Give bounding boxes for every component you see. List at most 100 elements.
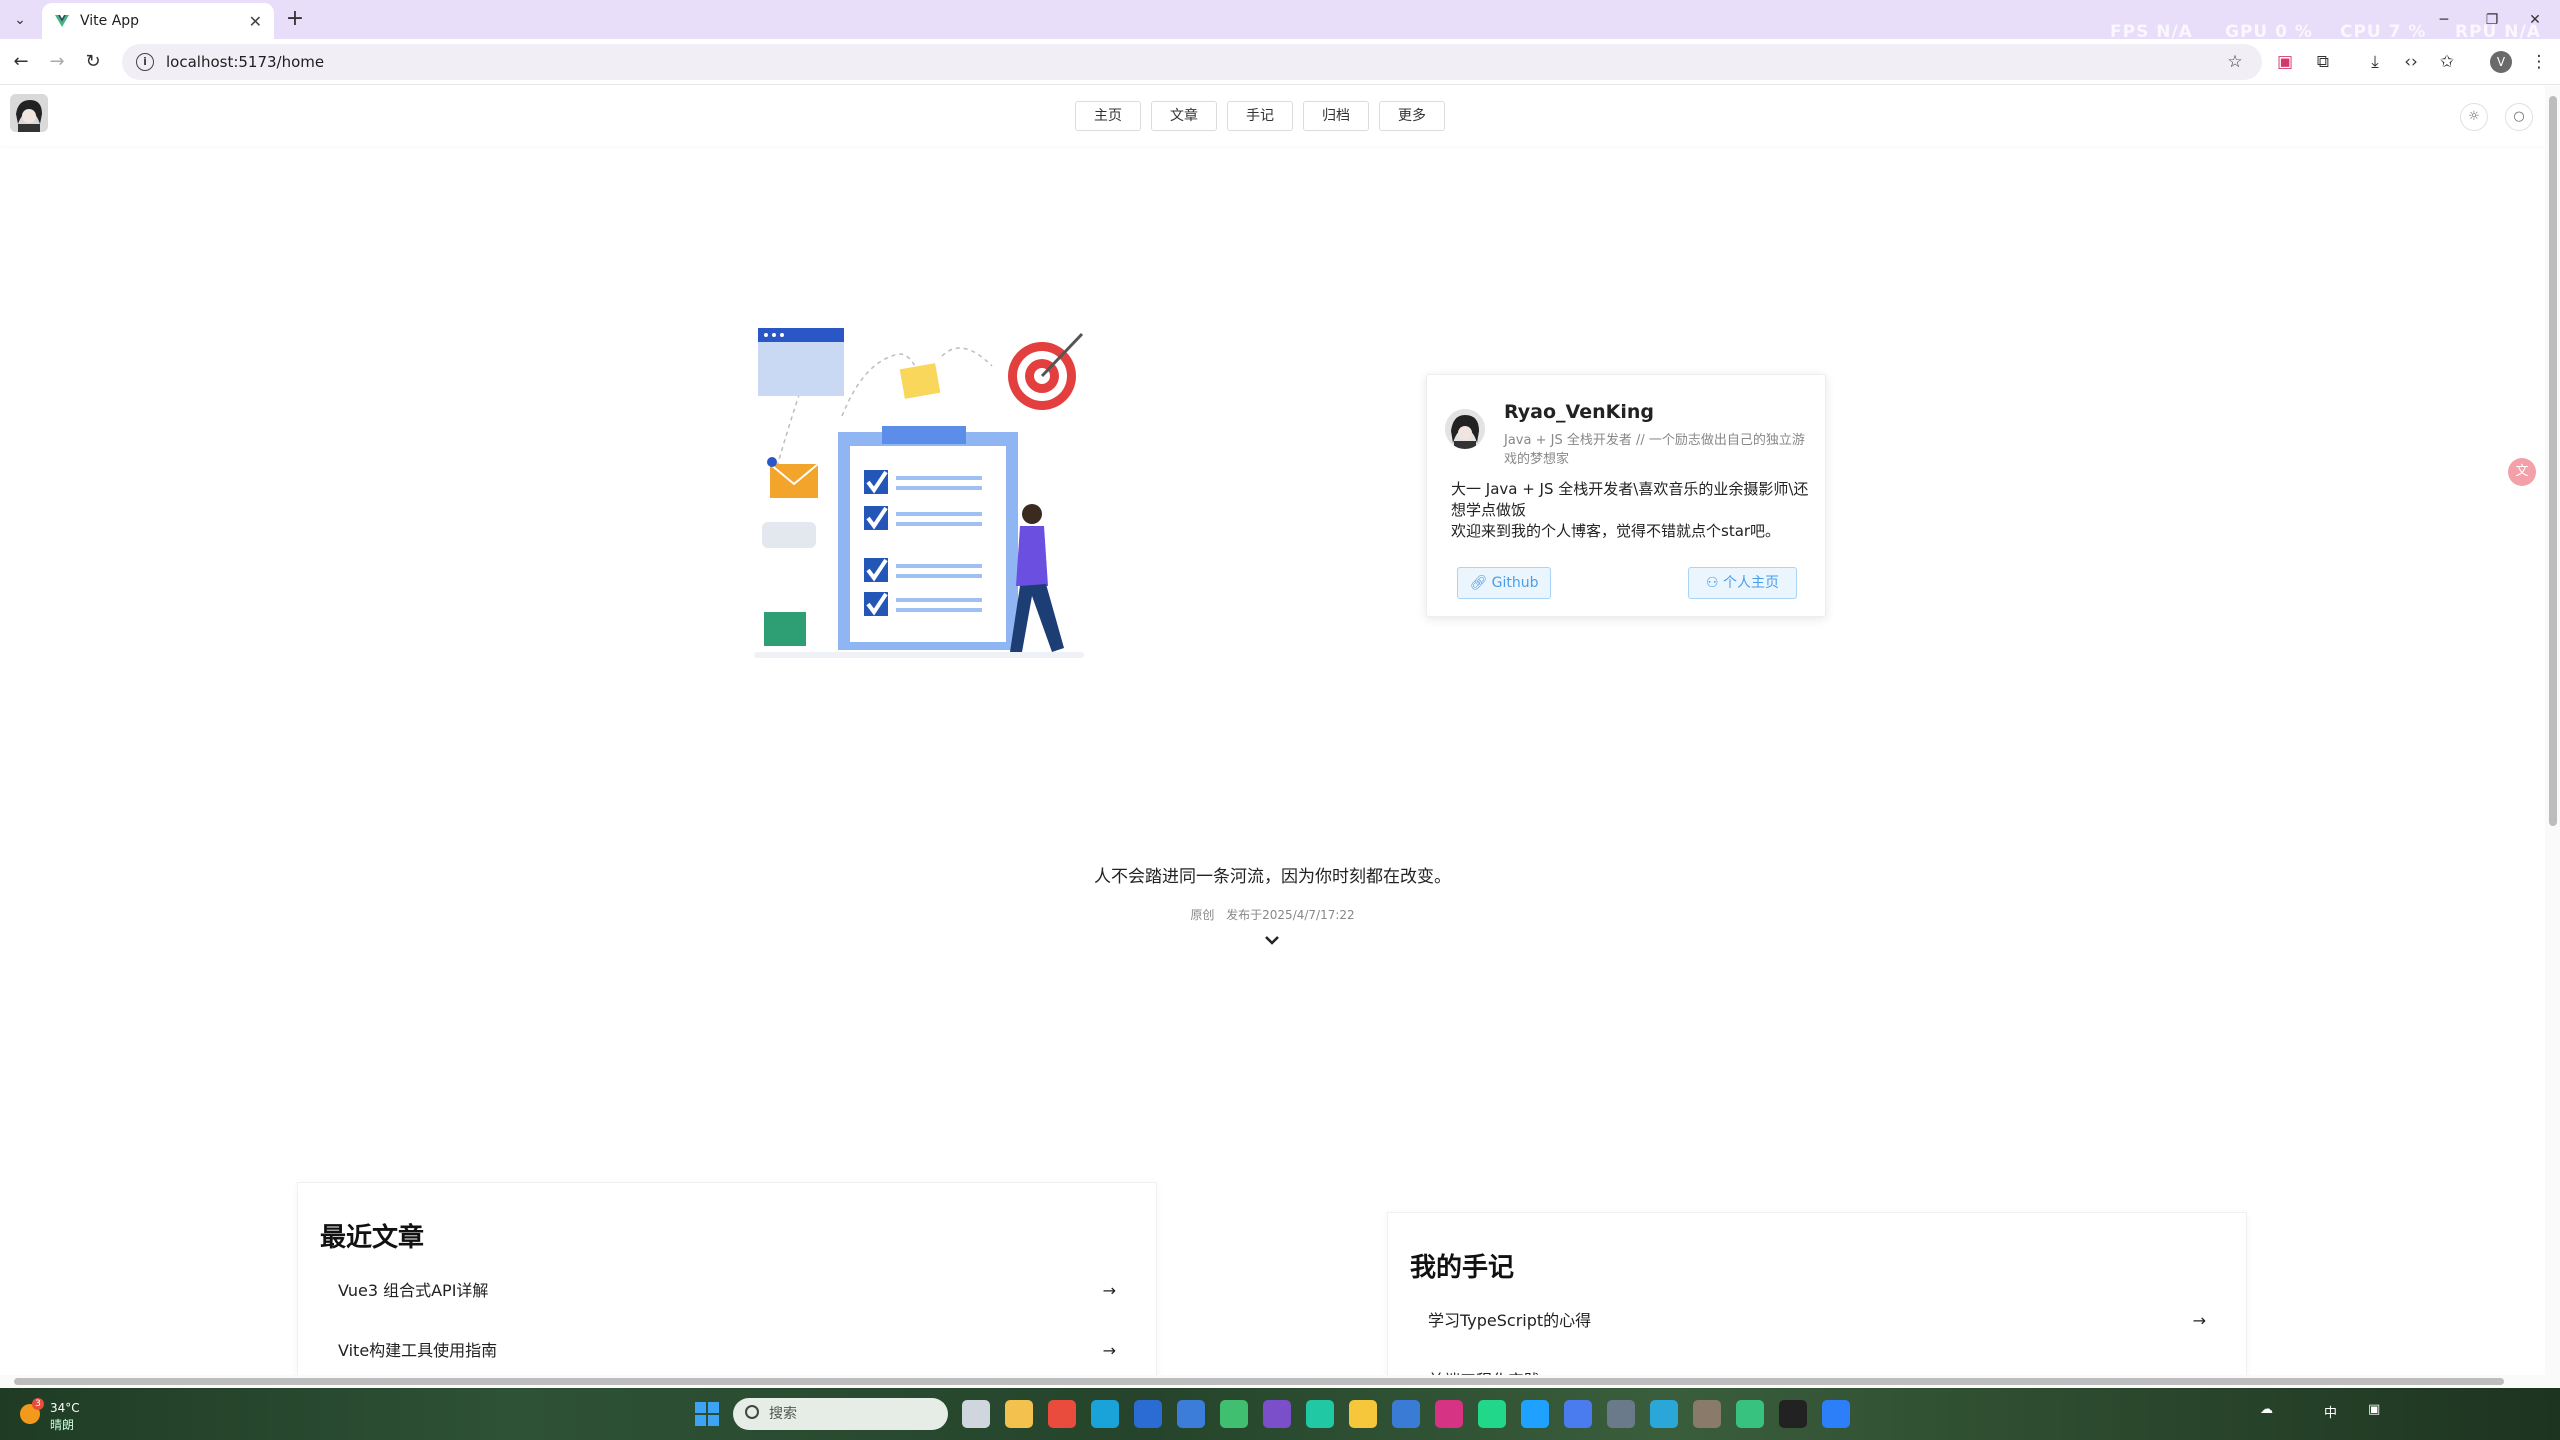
reload-icon[interactable]: ↻ xyxy=(80,49,106,75)
app-triangle-icon[interactable] xyxy=(1736,1400,1764,1428)
tab-close-icon[interactable]: ✕ xyxy=(249,12,262,31)
menu-kebab-icon[interactable]: ⋮ xyxy=(2526,49,2552,75)
store-icon[interactable] xyxy=(1134,1400,1162,1428)
file-explorer-icon[interactable] xyxy=(1005,1400,1033,1428)
weather-widget[interactable]: 3 34°C 晴朗 xyxy=(20,1398,90,1432)
horizontal-scroll-thumb[interactable] xyxy=(14,1378,2504,1385)
my-notes-panel: 我的手记 学习TypeScript的心得 → 前端工程化实践 → xyxy=(1387,1212,2247,1388)
nav-home[interactable]: 主页 xyxy=(1075,101,1141,131)
recent-articles-title: 最近文章 xyxy=(320,1223,425,1253)
homepage-button-label: 个人主页 xyxy=(1723,575,1779,591)
nav-archive[interactable]: 归档 xyxy=(1303,101,1369,131)
profile-tagline: Java + JS 全栈开发者 // 一个励志做出自己的独立游戏的梦想家 xyxy=(1504,433,1805,467)
tab-title: Vite App xyxy=(80,13,140,29)
note-title: 学习TypeScript的心得 xyxy=(1428,1311,1592,1330)
scroll-down-chevron-icon[interactable] xyxy=(1262,930,1282,950)
site-search-icon[interactable]: ○ xyxy=(2505,103,2533,131)
nav-articles[interactable]: 文章 xyxy=(1151,101,1217,131)
browser-tab[interactable]: Vite App ✕ xyxy=(42,3,274,39)
github-button-label: Github xyxy=(1491,575,1539,591)
publish-date: 发布于2025/4/7/17:22 xyxy=(1226,908,1355,922)
app-game-icon[interactable] xyxy=(1693,1400,1721,1428)
page-viewport: 主页 文章 手记 归档 更多 ☼ ○ Ryao_VenKing Java + J… xyxy=(0,86,2545,1388)
extension-translate-icon[interactable]: ▣ xyxy=(2272,49,2298,75)
tray-cloud-icon[interactable]: ☁ xyxy=(2260,1402,2273,1417)
vertical-scroll-thumb[interactable] xyxy=(2549,96,2557,826)
article-item[interactable]: Vite构建工具使用指南 → xyxy=(338,1331,1116,1371)
horizontal-scrollbar[interactable] xyxy=(0,1375,2545,1388)
nav-more[interactable]: 更多 xyxy=(1379,101,1445,131)
site-logo-avatar[interactable] xyxy=(10,94,48,132)
profile-avatar-image xyxy=(1445,409,1485,449)
browser-toolbar: ← → ↻ i localhost:5173/home ☆ ▣ ⧉ ⤓ ‹› ✩… xyxy=(0,39,2560,85)
window-close-icon[interactable]: ✕ xyxy=(2523,8,2547,32)
site-navbar: 主页 文章 手记 归档 更多 ☼ ○ xyxy=(0,86,2545,146)
notification-badge: 3 xyxy=(32,1398,44,1410)
app-blue-icon[interactable] xyxy=(1822,1400,1850,1428)
pycharm-icon[interactable] xyxy=(1478,1400,1506,1428)
article-item[interactable]: Vue3 组合式API详解 → xyxy=(338,1271,1116,1311)
app-yellow-icon[interactable] xyxy=(1349,1400,1377,1428)
visual-studio-icon[interactable] xyxy=(1263,1400,1291,1428)
new-tab-button[interactable]: + xyxy=(283,8,307,32)
article-title: Vite构建工具使用指南 xyxy=(338,1341,498,1360)
app-circle-icon[interactable] xyxy=(1392,1400,1420,1428)
arrow-right-icon: → xyxy=(2192,1311,2206,1330)
taskbar-search[interactable]: 搜索 xyxy=(733,1398,948,1430)
clion-icon[interactable] xyxy=(1306,1400,1334,1428)
qq-icon[interactable] xyxy=(1779,1400,1807,1428)
my-notes-title: 我的手记 xyxy=(1410,1253,1515,1283)
forward-icon[interactable]: → xyxy=(44,49,70,75)
tray-app-icon[interactable]: ▣ xyxy=(2368,1402,2380,1417)
restore-icon[interactable]: ❐ xyxy=(2480,8,2504,32)
recent-articles-panel: 最近文章 Vue3 组合式API详解 → Vite构建工具使用指南 → xyxy=(297,1182,1157,1388)
download-icon[interactable]: ⤓ xyxy=(2362,49,2388,75)
chrome-icon[interactable] xyxy=(1048,1400,1076,1428)
hero-meta: 原创 发布于2025/4/7/17:22 xyxy=(0,906,2545,923)
article-title: Vue3 组合式API详解 xyxy=(338,1281,489,1300)
nav-notes[interactable]: 手记 xyxy=(1227,101,1293,131)
translate-float-icon[interactable]: 文 xyxy=(2508,458,2536,486)
homepage-button[interactable]: ⚇ 个人主页 xyxy=(1688,567,1797,599)
profile-name: Ryao_VenKing xyxy=(1504,401,1654,423)
arrow-right-icon: → xyxy=(1102,1281,1116,1300)
tab-search-icon[interactable]: ⌄ xyxy=(8,8,32,32)
address-bar[interactable]: i localhost:5173/home xyxy=(122,44,2262,80)
edge-icon[interactable] xyxy=(1091,1400,1119,1428)
weather-temp: 34°C xyxy=(50,1401,80,1415)
intellij-icon[interactable] xyxy=(1435,1400,1463,1428)
weather-desc: 晴朗 xyxy=(50,1418,75,1432)
app-bird-icon[interactable] xyxy=(1650,1400,1678,1428)
os-taskbar: 3 34°C 晴朗 搜索 ☁ 中 ▣ xyxy=(0,1388,2560,1440)
extensions-puzzle-icon[interactable]: ⧉ xyxy=(2310,49,2336,75)
vscode-icon[interactable] xyxy=(1177,1400,1205,1428)
search-icon xyxy=(745,1405,759,1419)
devtools-code-icon[interactable]: ‹› xyxy=(2398,49,2424,75)
windows-start-icon[interactable] xyxy=(695,1402,719,1426)
vite-favicon-icon xyxy=(55,15,69,27)
task-view-icon[interactable] xyxy=(962,1400,990,1428)
profile-avatar[interactable]: V xyxy=(2490,51,2512,73)
webstorm-icon[interactable] xyxy=(1521,1400,1549,1428)
vertical-scrollbar[interactable] xyxy=(2545,86,2560,1388)
bookmark-star-icon[interactable]: ☆ xyxy=(2222,49,2248,75)
url-text: localhost:5173/home xyxy=(166,53,325,71)
github-button[interactable]: 🔗︎ Github xyxy=(1457,567,1551,599)
bookmarks-icon[interactable]: ✩ xyxy=(2434,49,2460,75)
minimize-icon[interactable]: ─ xyxy=(2432,8,2456,32)
calculator-icon[interactable] xyxy=(1607,1400,1635,1428)
android-studio-icon[interactable] xyxy=(1220,1400,1248,1428)
profile-bio: 大一 Java + JS 全栈开发者\喜欢音乐的业余摄影师\还想学点做饭 欢迎来… xyxy=(1451,480,1809,540)
profile-card: Ryao_VenKing Java + JS 全栈开发者 // 一个励志做出自己… xyxy=(1426,374,1826,617)
back-icon[interactable]: ← xyxy=(8,49,34,75)
link-icon: 🔗︎ xyxy=(1469,575,1488,591)
hero-illustration xyxy=(754,328,1084,658)
theme-toggle-sun-icon[interactable]: ☼ xyxy=(2460,103,2488,131)
browser-tab-strip: ⌄ Vite App ✕ + FPS N/A GPU 0 % CPU 7 % R… xyxy=(0,0,2560,42)
hero-quote: 人不会踏进同一条河流，因为你时刻都在改变。 xyxy=(1094,867,1451,887)
site-info-icon[interactable]: i xyxy=(136,53,154,71)
ime-indicator[interactable]: 中 xyxy=(2324,1402,2337,1421)
user-icon: ⚇ xyxy=(1705,575,1719,591)
app-star-icon[interactable] xyxy=(1564,1400,1592,1428)
note-item[interactable]: 学习TypeScript的心得 → xyxy=(1428,1301,2206,1341)
